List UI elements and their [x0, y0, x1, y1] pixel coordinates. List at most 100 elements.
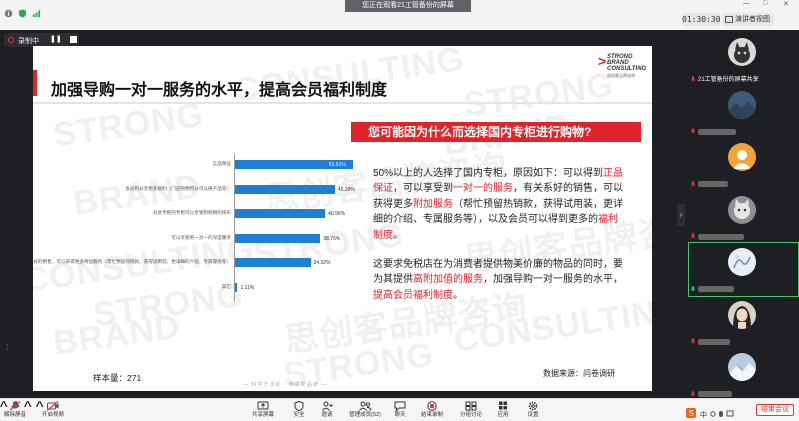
avatar — [728, 353, 756, 381]
chart-bar — [235, 233, 321, 243]
logo-chevron-icon: > — [598, 53, 607, 69]
recording-label: 录制中 — [18, 38, 39, 45]
participant-tile[interactable]: 21工管备份的屏幕共享 — [688, 32, 799, 87]
stop-record-icon — [427, 401, 437, 411]
participant-tile[interactable] — [688, 137, 799, 192]
participant-name — [690, 233, 796, 243]
participant-tile[interactable] — [688, 295, 799, 350]
svg-text:中: 中 — [700, 410, 707, 419]
paragraph-text: 。 — [453, 289, 463, 301]
participant-name — [690, 128, 796, 138]
highlighted-text: 高附加值的服务 — [413, 274, 483, 286]
participant-tile[interactable] — [688, 242, 799, 297]
breakout-icon — [465, 401, 477, 411]
share-screen-icon — [257, 401, 269, 410]
minimize-button[interactable]: — — [743, 0, 750, 7]
svg-text:S: S — [689, 409, 694, 418]
apps-label: 应用 — [497, 412, 509, 418]
participant-name-text: 21工管备份的屏幕共享 — [698, 77, 759, 83]
end-recording-button[interactable]: 结束录制 — [418, 401, 446, 421]
collapse-panel-button[interactable]: › — [677, 204, 685, 226]
more-options-icon[interactable]: ⁞ — [6, 343, 14, 353]
mic-muted-icon — [690, 391, 696, 397]
participant-name — [690, 285, 796, 295]
chart-category-label: 对此专柜的专柜可以享受到购物的快乐 — [152, 210, 231, 216]
window-controls: — □ ✕ — [739, 0, 799, 10]
unmute-label: 解除静音 — [3, 412, 26, 418]
pause-recording-button[interactable]: ❚❚ — [50, 35, 62, 45]
members-icon — [359, 401, 372, 411]
redacted-name — [698, 128, 736, 135]
participant-tile[interactable] — [688, 347, 799, 402]
paragraph-text: 50%以上的人选择了国内专柜，原因如下：可以得到 — [373, 168, 604, 179]
chart-value-label: 34.32% — [313, 260, 331, 267]
screen-share-banner[interactable]: 您正在观看21工管备份的屏幕 — [345, 0, 471, 12]
chart-value-label: 40.96% — [328, 211, 346, 218]
maximize-button[interactable]: □ — [763, 0, 767, 7]
signal-icon[interactable] — [32, 9, 41, 18]
end-meeting-button[interactable]: 结束会议 — [756, 404, 794, 416]
chart-category-label: 其它 — [221, 284, 231, 289]
share-screen-button[interactable]: 共享屏幕 — [250, 401, 276, 421]
end-recording-label: 结束录制 — [420, 412, 443, 418]
highlighted-text: 提高会员福利制度 — [373, 289, 453, 301]
footer-slogan: — 科学方法论 · 精耕新品牌 — — [243, 382, 328, 388]
chart-value-label: 1.11% — [240, 285, 255, 291]
apps-button[interactable]: 应用 — [494, 401, 512, 421]
question-banner: 您可能因为什么而选择国内专柜进行购物? — [351, 122, 641, 142]
meeting-timer: 01:30:30 — [682, 13, 721, 26]
shield-icon[interactable] — [18, 9, 27, 18]
sample-size: 样本量：271 — [93, 373, 142, 383]
info-icon[interactable] — [4, 9, 13, 18]
gear-icon — [528, 401, 538, 411]
start-video-button[interactable]: 开启视频 — [40, 401, 66, 421]
record-icon — [8, 37, 14, 43]
participant-tile[interactable] — [688, 85, 799, 140]
speaker-view-button[interactable]: 演讲者视图 — [722, 13, 774, 26]
chart-value-label: 53.51% — [328, 162, 346, 168]
redacted-name — [698, 286, 734, 293]
invite-button[interactable]: 邀请 — [318, 401, 336, 421]
mic-icon — [690, 286, 696, 292]
input-method-toolbar[interactable]: S 中 — [686, 408, 742, 420]
chart-bar — [235, 184, 335, 194]
add-user-icon — [322, 401, 333, 411]
avatar — [728, 300, 756, 329]
chat-button[interactable]: 聊天 — [391, 401, 409, 421]
avatar — [728, 248, 756, 276]
close-button[interactable]: ✕ — [783, 0, 789, 8]
mic-muted-icon — [690, 181, 696, 187]
top-bar: 您正在观看21工管备份的屏幕 01:30:30 演讲者视图 — □ ✕ — [0, 0, 799, 30]
mic-muted-icon — [690, 233, 696, 239]
avatar — [728, 195, 756, 224]
manage-members-button[interactable]: 管理成员(52) — [346, 401, 384, 421]
camera-off-icon — [46, 401, 59, 411]
logo-text: 思创客品牌咨询 — [607, 73, 635, 78]
stop-recording-button[interactable] — [70, 36, 77, 43]
highlighted-text: 一对一的服务 — [453, 183, 513, 195]
slide-title: 加强导购一对一服务的水平，提高会员福利制度 — [51, 82, 388, 99]
chart-bar — [235, 209, 326, 219]
redacted-name — [698, 338, 730, 345]
participant-tile[interactable] — [688, 190, 799, 245]
redacted-name — [698, 233, 744, 240]
avatar — [728, 38, 756, 66]
logo-text: CONSULTING — [607, 66, 647, 72]
chat-icon — [394, 401, 406, 411]
highlighted-text: 附加服务 — [413, 198, 453, 210]
settings-button[interactable]: 设置 — [524, 401, 542, 421]
chart-axis — [234, 154, 235, 302]
share-screen-label: 共享屏幕 — [251, 412, 274, 418]
security-button[interactable]: 安全 — [290, 401, 308, 421]
mic-muted-icon — [690, 76, 696, 82]
brand-logo: > STRONG BRAND CONSULTING 思创客品牌咨询 — [598, 54, 648, 78]
start-video-label: 开启视频 — [41, 412, 64, 418]
participant-name: 21工管备份的屏幕共享 — [690, 75, 796, 85]
chart-category-label: 有关系好的销售，可以获得更多附加服务（帮忙预留热销款、获得试用装、更详细的介绍、… — [33, 259, 231, 265]
unmute-button[interactable]: 解除静音 — [2, 401, 28, 421]
apps-icon — [499, 401, 507, 410]
mic-muted-icon — [690, 338, 696, 344]
breakout-rooms-button[interactable]: 分组讨论 — [458, 401, 484, 421]
avatar — [728, 143, 756, 171]
chart-bar — [235, 258, 311, 268]
